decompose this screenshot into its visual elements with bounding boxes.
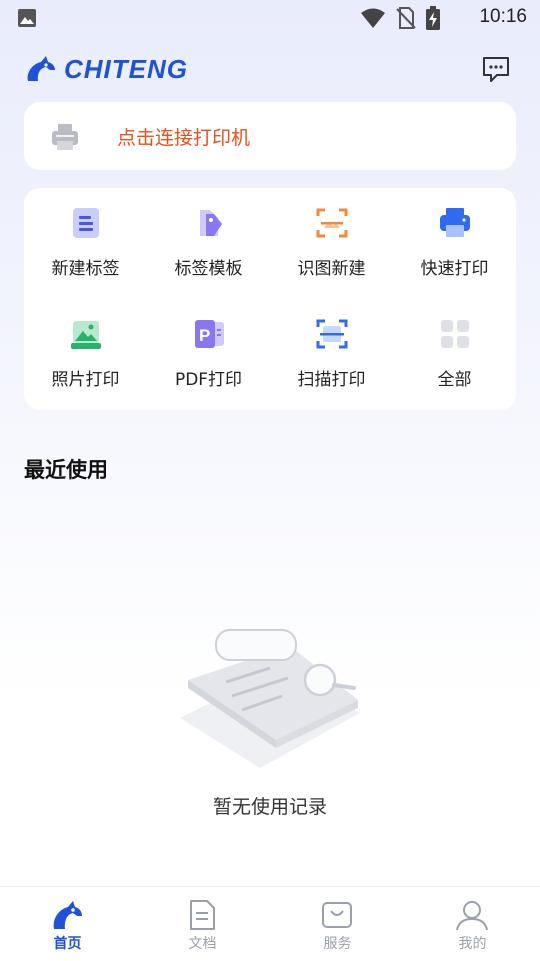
feature-pdf-print[interactable]: P PDF打印 <box>147 299 270 399</box>
photo-print-icon <box>71 321 101 349</box>
feature-label: 全部 <box>437 370 472 390</box>
printer-icon <box>52 124 78 150</box>
feature-grid: 新建标签 标签模板 识图新建 快速打印 照片打印 P PDF打印 扫描打印 全部 <box>24 188 516 410</box>
feature-label-template[interactable]: 标签模板 <box>147 188 270 288</box>
feature-label: 识图新建 <box>297 259 366 279</box>
tab-label: 文档 <box>188 936 217 952</box>
empty-state-text: 暂无使用记录 <box>212 796 327 818</box>
feature-all[interactable]: 全部 <box>393 299 516 399</box>
feature-quick-print[interactable]: 快速打印 <box>393 188 516 288</box>
feature-label: 扫描打印 <box>297 370 366 390</box>
feature-scan-print[interactable]: 扫描打印 <box>270 299 393 399</box>
tab-label: 我的 <box>458 936 487 952</box>
feature-label: 新建标签 <box>51 259 120 279</box>
feature-photo-print[interactable]: 照片打印 <box>24 299 147 399</box>
empty-state-illustration <box>180 629 360 768</box>
svg-text:P: P <box>199 326 210 345</box>
brand-name: CHITENG <box>64 54 188 84</box>
tab-documents[interactable]: 文档 <box>135 887 270 961</box>
feature-label: 照片打印 <box>51 370 120 390</box>
tab-label: 服务 <box>323 936 352 952</box>
brand-logo: CHITENG <box>24 54 188 85</box>
connect-printer-label: 点击连接打印机 <box>117 127 251 149</box>
feature-scan-create[interactable]: 识图新建 <box>270 188 393 288</box>
tab-services[interactable]: 服务 <box>270 887 405 961</box>
message-button[interactable] <box>481 54 511 84</box>
pdf-print-icon: P <box>195 320 224 348</box>
battery-charging-icon <box>426 6 440 30</box>
feature-new-label[interactable]: 新建标签 <box>24 188 147 288</box>
all-apps-icon <box>441 320 469 348</box>
no-sim-icon <box>396 7 416 29</box>
service-bag-icon <box>322 902 352 928</box>
document-icon <box>190 900 215 930</box>
scan-print-icon <box>316 319 348 349</box>
clock: 10:16 <box>479 6 527 27</box>
connect-printer-card[interactable]: 点击连接打印机 <box>24 102 516 170</box>
profile-icon <box>456 901 488 931</box>
recent-title: 最近使用 <box>24 458 108 482</box>
label-template-icon <box>200 210 222 236</box>
status-bar: 10:16 <box>0 0 540 36</box>
home-icon <box>53 901 82 929</box>
quick-print-icon <box>440 208 470 237</box>
bottom-tab-bar: 首页 文档 服务 我的 <box>0 886 540 961</box>
scan-create-icon <box>316 208 348 238</box>
horse-logo-icon <box>27 55 55 81</box>
wifi-icon <box>361 8 385 28</box>
feature-label: PDF打印 <box>174 370 243 390</box>
tab-home[interactable]: 首页 <box>0 887 135 961</box>
system-icons <box>360 6 440 30</box>
new-label-icon <box>73 208 99 238</box>
feature-label: 标签模板 <box>174 259 243 279</box>
feature-label: 快速打印 <box>420 259 489 279</box>
tab-profile[interactable]: 我的 <box>405 887 540 961</box>
photo-notification-icon <box>18 9 36 27</box>
tab-label: 首页 <box>53 936 82 952</box>
